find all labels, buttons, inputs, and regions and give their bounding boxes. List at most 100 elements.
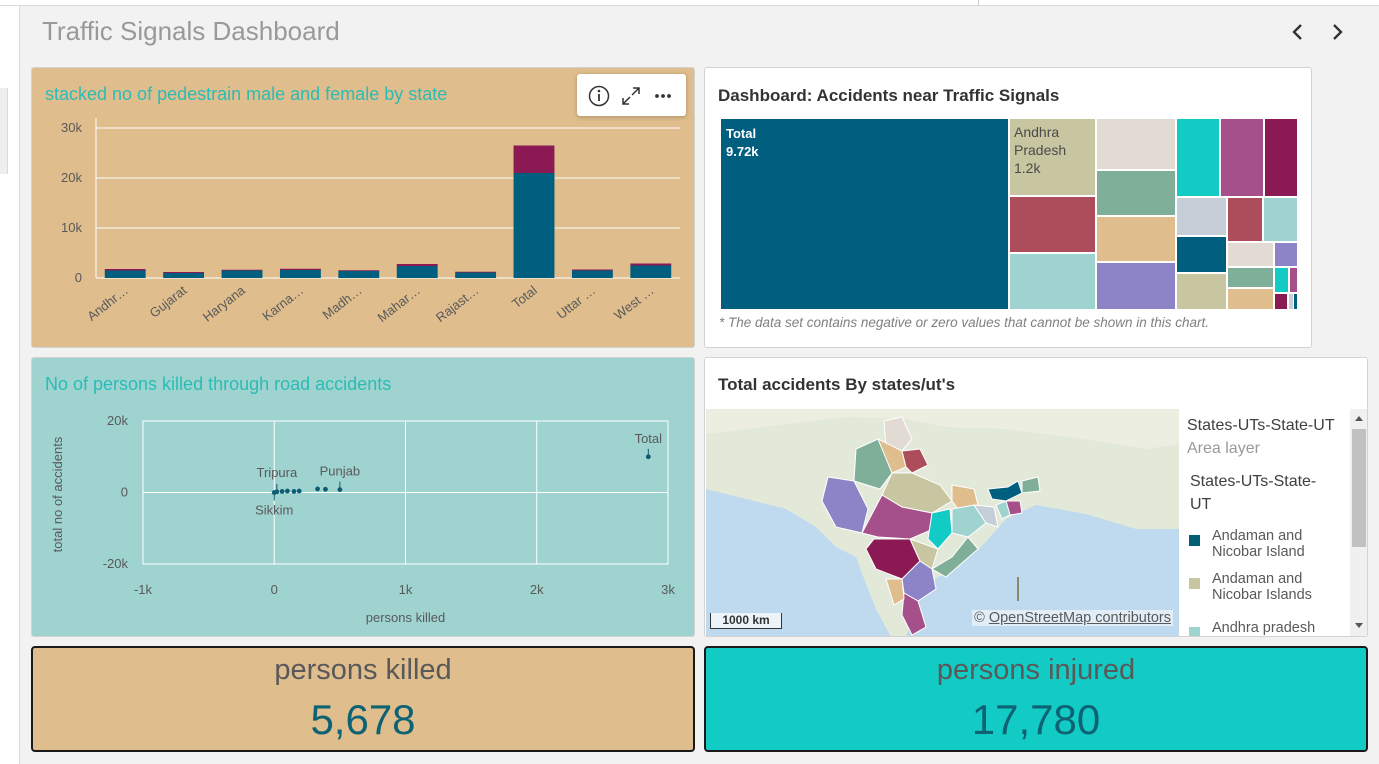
treemap-cell[interactable] bbox=[1177, 237, 1226, 272]
bar-segment-female[interactable] bbox=[163, 272, 205, 273]
bar-segment-male[interactable] bbox=[513, 173, 555, 278]
kpi-value: 17,780 bbox=[971, 696, 1101, 743]
x-tick-label: -1k bbox=[134, 582, 153, 597]
kpi-value: 5,678 bbox=[310, 696, 416, 743]
treemap-panel[interactable]: Dashboard: Accidents near Traffic Signal… bbox=[704, 67, 1312, 348]
treemap-cell[interactable] bbox=[1097, 171, 1175, 215]
treemap-cell[interactable] bbox=[1275, 243, 1297, 266]
treemap-cell[interactable] bbox=[1097, 119, 1175, 169]
bar-segment-female[interactable] bbox=[279, 268, 321, 270]
legend-item-andhra-pradesh[interactable]: Andhra pradesh bbox=[1189, 620, 1315, 636]
bar-segment-male[interactable] bbox=[104, 270, 146, 279]
treemap-total-label: Total 9.72k bbox=[726, 126, 759, 159]
scrollbar-thumb[interactable] bbox=[1352, 429, 1366, 547]
legend-layer-title: States-UTs-State-UT bbox=[1187, 417, 1335, 434]
treemap-chart bbox=[721, 119, 1297, 309]
bar-segment-male[interactable] bbox=[455, 272, 497, 279]
bar-segment-female[interactable] bbox=[571, 269, 613, 271]
bar-segment-female[interactable] bbox=[455, 271, 497, 273]
bar-segment-female[interactable] bbox=[221, 269, 263, 271]
treemap-cell[interactable] bbox=[1228, 289, 1273, 309]
y-tick-label: 0 bbox=[75, 270, 82, 285]
y-tick-label: -20k bbox=[103, 556, 129, 571]
point-label: Punjab bbox=[320, 464, 360, 479]
treemap-cell[interactable] bbox=[1228, 198, 1262, 241]
next-sheet-button[interactable] bbox=[1324, 18, 1350, 46]
legend-item-andaman-nicobar-island[interactable]: Andaman and Nicobar Island bbox=[1189, 528, 1305, 560]
treemap-cell[interactable] bbox=[1177, 274, 1226, 309]
map-view[interactable]: 1000 km © OpenStreetMap contributors bbox=[706, 409, 1179, 636]
legend-field-title: States-UTs-State- UT bbox=[1190, 473, 1317, 513]
previous-sheet-button[interactable] bbox=[1285, 18, 1311, 46]
treemap-cell[interactable] bbox=[1264, 198, 1297, 241]
bar-segment-male[interactable] bbox=[396, 266, 438, 278]
kpi-persons-killed[interactable]: persons killed 5,678 bbox=[31, 646, 695, 752]
y-tick-label: 20k bbox=[61, 170, 82, 185]
bar-segment-female[interactable] bbox=[513, 145, 555, 174]
x-axis-label: persons killed bbox=[366, 610, 446, 625]
treemap-cell[interactable] bbox=[1010, 197, 1095, 252]
scroll-down-icon[interactable] bbox=[1354, 622, 1364, 630]
legend-layer-subtitle: Area layer bbox=[1187, 440, 1260, 457]
x-tick-label: Total bbox=[509, 282, 540, 311]
scatter-chart: -1k 0 1k 2k 3k -20k 0 20k persons killed total no… bbox=[50, 413, 675, 625]
bar-segment-male[interactable] bbox=[163, 273, 205, 278]
treemap-cell[interactable] bbox=[1221, 119, 1263, 196]
legend-item-andaman-nicobar-islands[interactable]: Andaman and Nicobar Islands bbox=[1189, 571, 1312, 603]
scatter-point[interactable] bbox=[296, 488, 302, 494]
treemap-cell[interactable] bbox=[1177, 198, 1226, 235]
bar-chart-panel[interactable]: stacked no of pedestrain male and female… bbox=[31, 67, 695, 348]
chevron-right-icon bbox=[1333, 24, 1343, 40]
india-map bbox=[706, 409, 1179, 636]
scatter-point[interactable] bbox=[291, 489, 297, 494]
treemap-cell[interactable] bbox=[1275, 268, 1288, 292]
y-tick-label: 30k bbox=[61, 120, 82, 135]
scatter-point[interactable] bbox=[284, 488, 290, 494]
map-legend: States-UTs-State-UT Area layer States-UT… bbox=[1179, 409, 1367, 636]
treemap-cell-total[interactable] bbox=[721, 119, 1008, 309]
point-label: Total bbox=[635, 431, 663, 446]
left-sidebar bbox=[0, 6, 20, 764]
treemap-cell[interactable] bbox=[1228, 243, 1273, 266]
x-tick-label: Karna… bbox=[259, 283, 306, 324]
map-panel[interactable]: Total accidents By states/ut's 1000 km ©… bbox=[704, 357, 1368, 637]
map-title: Total accidents By states/ut's bbox=[718, 375, 956, 394]
x-tick-label: Andhr… bbox=[84, 283, 131, 324]
point-label: Sikkim bbox=[255, 503, 293, 518]
map-attribution: © OpenStreetMap contributors bbox=[972, 610, 1173, 626]
bar-segment-male[interactable] bbox=[279, 270, 321, 278]
scatter-point[interactable] bbox=[315, 486, 320, 492]
legend-swatch bbox=[1189, 578, 1200, 589]
bar-segment-male[interactable] bbox=[630, 265, 672, 279]
bar-segment-male[interactable] bbox=[571, 270, 613, 279]
scatter-point[interactable] bbox=[323, 486, 328, 492]
osm-link[interactable]: OpenStreetMap contributors bbox=[989, 610, 1171, 626]
treemap-cell[interactable] bbox=[1097, 263, 1175, 309]
treemap-cell[interactable] bbox=[1289, 294, 1293, 309]
treemap-cell[interactable] bbox=[1097, 217, 1175, 261]
scatter-chart-panel[interactable]: No of persons killed through road accide… bbox=[31, 357, 695, 637]
legend-scrollbar[interactable] bbox=[1350, 409, 1367, 636]
treemap-cell[interactable] bbox=[1290, 268, 1297, 292]
treemap-cell[interactable] bbox=[1265, 119, 1297, 196]
treemap-cell[interactable] bbox=[1294, 294, 1297, 309]
treemap-cell[interactable] bbox=[1228, 268, 1273, 287]
bar-chart: 0 10k 20k 30k Andhr… Gujarat Haryana Karna… Madh… bbox=[61, 118, 680, 325]
bar-segment-female[interactable] bbox=[396, 264, 438, 266]
kpi-persons-injured[interactable]: persons injured 17,780 bbox=[704, 646, 1368, 752]
treemap-cell[interactable] bbox=[1177, 119, 1219, 196]
bar-segment-female[interactable] bbox=[104, 269, 146, 271]
x-tick-label: Gujarat bbox=[147, 282, 190, 320]
treemap-cell[interactable] bbox=[1275, 294, 1287, 309]
scatter-point[interactable] bbox=[279, 489, 285, 494]
legend-swatch bbox=[1189, 535, 1200, 546]
bar-segment-male[interactable] bbox=[338, 271, 380, 278]
x-tick-label: Uttar … bbox=[554, 283, 599, 322]
bar-segment-female[interactable] bbox=[630, 263, 672, 266]
scroll-up-icon[interactable] bbox=[1354, 414, 1364, 422]
y-tick-label: 0 bbox=[121, 485, 128, 500]
treemap-cell[interactable] bbox=[1010, 254, 1095, 309]
sidebar-tab[interactable] bbox=[0, 88, 8, 174]
bar-segment-female[interactable] bbox=[338, 270, 380, 271]
bar-segment-male[interactable] bbox=[221, 270, 263, 279]
